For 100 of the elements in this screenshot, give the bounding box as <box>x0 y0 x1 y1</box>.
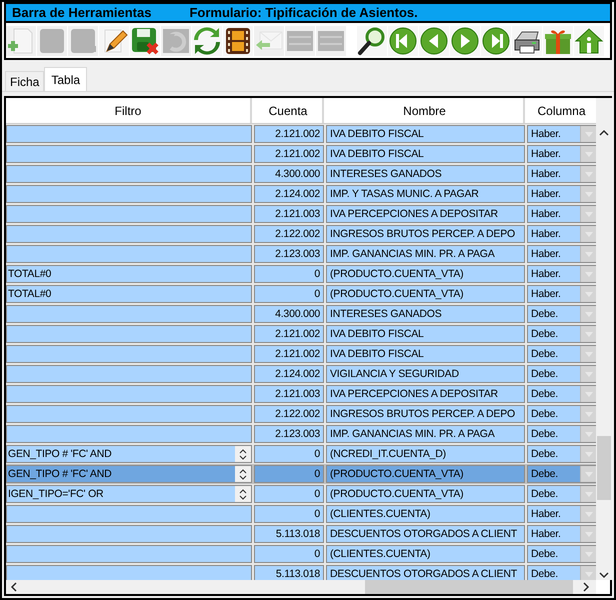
table-row[interactable]: 2.121.002 IVA DEBITO FISCAL Debe. <box>6 324 596 344</box>
table-row[interactable]: 4.300.000 INTERESES GANADOS Debe. <box>6 304 596 324</box>
table-cell: 5.113.018 <box>254 525 324 543</box>
dropdown-field[interactable]: Debe. <box>527 325 596 343</box>
dropdown-button[interactable] <box>580 426 596 442</box>
dropdown-button[interactable] <box>580 506 596 522</box>
table-row[interactable]: 0 (CLIENTES.CUENTA) Haber. <box>6 504 596 524</box>
tab[interactable]: Ficha <box>5 71 44 91</box>
scroll-right-icon[interactable] <box>581 581 591 593</box>
dropdown-field[interactable]: Debe. <box>527 465 596 483</box>
home-button[interactable] <box>574 26 604 56</box>
dropdown-field[interactable]: Haber. <box>527 245 596 263</box>
scroll-down-icon[interactable] <box>598 570 610 580</box>
table-row[interactable]: 5.113.018 DESCUENTOS OTORGADOS A CLIENT Haber. <box>6 524 596 544</box>
spinner-button[interactable] <box>235 486 251 502</box>
dropdown-button[interactable] <box>580 346 596 362</box>
dropdown-button[interactable] <box>580 446 596 462</box>
dropdown-button[interactable] <box>580 166 596 182</box>
table-row[interactable]: 2.124.002 VIGILANCIA Y SEGURIDAD Debe. <box>6 364 596 384</box>
dropdown-field[interactable]: Debe. <box>527 565 596 580</box>
table-row[interactable]: IGEN_TIPO='FC' OR 0 (PRODUCTO.CUENTA_VTA) Debe. <box>6 484 596 504</box>
table-row[interactable]: 2.122.002 INGRESOS BRUTOS PERCEP. A DEPO Haber. <box>6 224 596 244</box>
dropdown-button[interactable] <box>580 146 596 162</box>
scrollbar-thumb[interactable] <box>365 580 573 594</box>
dropdown-button[interactable] <box>580 546 596 562</box>
search-button[interactable] <box>357 26 387 56</box>
table-row[interactable]: 2.121.002 IVA DEBITO FISCAL Haber. <box>6 144 596 164</box>
dropdown-button[interactable] <box>580 226 596 242</box>
table-row[interactable]: GEN_TIPO # 'FC' AND 0 (NCREDI_IT.CUENTA_D) Debe. <box>6 444 596 464</box>
house-icon <box>574 26 604 56</box>
dropdown-field[interactable]: Haber. <box>527 125 596 143</box>
dropdown-button[interactable] <box>580 526 596 542</box>
dropdown-value: Haber. <box>531 168 561 180</box>
spinner-arrows-icon <box>239 468 247 480</box>
dropdown-button[interactable] <box>580 186 596 202</box>
dropdown-button[interactable] <box>580 306 596 322</box>
edit-button[interactable] <box>99 26 129 56</box>
dropdown-button[interactable] <box>580 286 596 302</box>
dropdown-field[interactable]: Haber. <box>527 505 596 523</box>
dropdown-field[interactable]: Debe. <box>527 425 596 443</box>
dropdown-field[interactable]: Haber. <box>527 145 596 163</box>
dropdown-field[interactable]: Haber. <box>527 165 596 183</box>
dropdown-value: Haber. <box>531 208 561 220</box>
dropdown-button[interactable] <box>580 406 596 422</box>
dropdown-field[interactable]: Haber. <box>527 225 596 243</box>
table-row[interactable]: 2.122.002 INGRESOS BRUTOS PERCEP. A DEPO Debe. <box>6 404 596 424</box>
dropdown-field[interactable]: Debe. <box>527 485 596 503</box>
dropdown-button[interactable] <box>580 466 596 482</box>
dropdown-button[interactable] <box>580 486 596 502</box>
spinner-button[interactable] <box>235 446 251 462</box>
table-cell: 2.122.002 <box>254 225 324 243</box>
scroll-up-icon[interactable] <box>598 128 610 138</box>
previous-button[interactable] <box>419 26 449 56</box>
dropdown-field[interactable]: Haber. <box>527 285 596 303</box>
table-row[interactable]: GEN_TIPO # 'FC' AND 0 (PRODUCTO.CUENTA_VTA) Debe. <box>6 464 596 484</box>
tab[interactable]: Tabla <box>44 67 88 91</box>
first-button[interactable] <box>388 26 418 56</box>
dropdown-button[interactable] <box>580 326 596 342</box>
film-button[interactable] <box>223 26 253 56</box>
table-row[interactable]: 2.121.002 IVA DEBITO FISCAL Debe. <box>6 344 596 364</box>
table-row[interactable]: 2.121.003 IVA PERCEPCIONES A DEPOSITAR Haber. <box>6 204 596 224</box>
dropdown-button[interactable] <box>580 386 596 402</box>
spinner-arrows-icon <box>239 488 247 500</box>
dropdown-field[interactable]: Haber. <box>527 525 596 543</box>
dropdown-field[interactable]: Debe. <box>527 385 596 403</box>
dropdown-button[interactable] <box>580 366 596 382</box>
dropdown-field[interactable]: Haber. <box>527 265 596 283</box>
table-cell: INTERESES GANADOS <box>326 165 525 183</box>
dropdown-field[interactable]: Haber. <box>527 205 596 223</box>
dropdown-field[interactable]: Haber. <box>527 185 596 203</box>
table-row[interactable]: 2.124.002 IMP. Y TASAS MUNIC. A PAGAR Haber. <box>6 184 596 204</box>
table-row[interactable]: TOTAL#0 0 (PRODUCTO.CUENTA_VTA) Haber. <box>6 264 596 284</box>
dropdown-button[interactable] <box>580 246 596 262</box>
table-row[interactable]: 2.123.003 IMP. GANANCIAS MIN. PR. A PAGA Haber. <box>6 244 596 264</box>
cancel-button[interactable] <box>130 26 160 56</box>
dropdown-field[interactable]: Debe. <box>527 405 596 423</box>
scrollbar-thumb[interactable] <box>597 436 611 500</box>
scroll-left-icon[interactable] <box>9 581 19 593</box>
table-row[interactable]: 5.113.018 DESCUENTOS OTORGADOS A CLIENT Debe. <box>6 564 596 580</box>
gift-button[interactable] <box>543 26 573 56</box>
spinner-button[interactable] <box>235 466 251 482</box>
dropdown-field[interactable]: Debe. <box>527 345 596 363</box>
dropdown-field[interactable]: Debe. <box>527 545 596 563</box>
table-row[interactable]: 2.121.003 IVA PERCEPCIONES A DEPOSITAR Debe. <box>6 384 596 404</box>
print-button[interactable] <box>512 26 542 56</box>
dropdown-button[interactable] <box>580 266 596 282</box>
table-row[interactable]: TOTAL#0 0 (PRODUCTO.CUENTA_VTA) Haber. <box>6 284 596 304</box>
dropdown-field[interactable]: Debe. <box>527 445 596 463</box>
table-row[interactable]: 0 (CLIENTES.CUENTA) Debe. <box>6 544 596 564</box>
horizontal-scrollbar[interactable] <box>6 580 596 594</box>
next-button[interactable] <box>450 26 480 56</box>
dropdown-button[interactable] <box>580 206 596 222</box>
table-row[interactable]: 2.121.002 IVA DEBITO FISCAL Haber. <box>6 124 596 144</box>
refresh-button[interactable] <box>192 26 222 56</box>
table-row[interactable]: 2.123.003 IMP. GANANCIAS MIN. PR. A PAGA Debe. <box>6 424 596 444</box>
last-button[interactable] <box>481 26 511 56</box>
table-row[interactable]: 4.300.000 INTERESES GANADOS Haber. <box>6 164 596 184</box>
vertical-scrollbar[interactable] <box>596 98 612 580</box>
dropdown-field[interactable]: Debe. <box>527 365 596 383</box>
dropdown-field[interactable]: Debe. <box>527 305 596 323</box>
